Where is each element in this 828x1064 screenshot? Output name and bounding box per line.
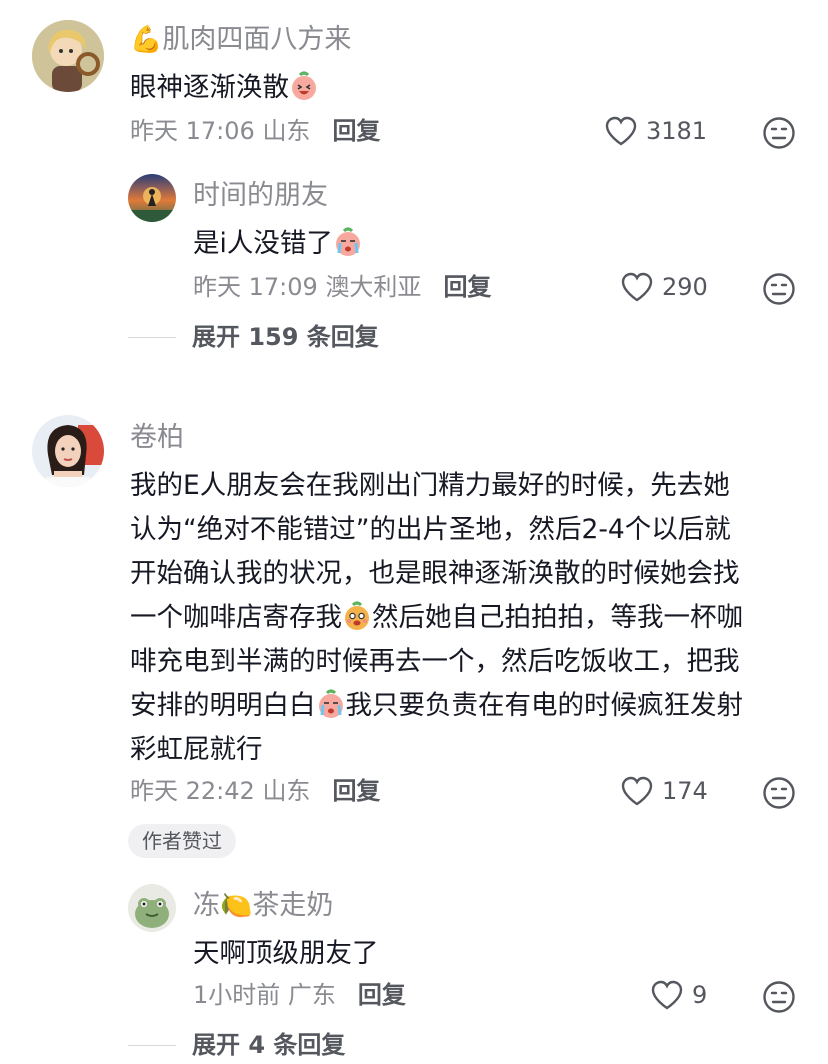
comment-text: 眼神逐渐涣散 — [130, 66, 319, 110]
avatar[interactable] — [32, 415, 104, 487]
heart-icon — [651, 980, 683, 1010]
like-button[interactable]: 290 — [620, 270, 708, 304]
comment-username[interactable]: 卷柏 — [130, 420, 184, 456]
reply-button[interactable]: 回复 — [332, 777, 380, 805]
reply-text: 天啊顶级朋友了 — [193, 938, 379, 969]
peach-crying-emoji-icon — [318, 689, 343, 718]
reply-username[interactable]: 冻🍋茶走奶 — [193, 888, 333, 924]
comment-meta: 昨天 17:06 山东 回复 — [130, 117, 381, 145]
heart-icon — [605, 116, 637, 146]
like-button[interactable]: 9 — [650, 978, 707, 1012]
comment-meta: 昨天 22:42 山东 回复 — [130, 777, 381, 805]
reply-button[interactable]: 回复 — [443, 273, 491, 301]
dislike-face-icon[interactable] — [762, 776, 796, 810]
dislike-face-icon[interactable] — [762, 272, 796, 306]
dislike-face-icon[interactable] — [762, 116, 796, 150]
dislike-face-icon[interactable] — [762, 980, 796, 1014]
expand-replies-button[interactable]: 展开 4 条回复 — [128, 1028, 345, 1062]
avatar[interactable] — [128, 174, 176, 222]
avatar[interactable] — [128, 884, 176, 932]
reply-meta: 昨天 17:09 澳大利亚 回复 — [193, 273, 492, 301]
reply-meta: 1小时前 广东 回复 — [193, 981, 406, 1009]
peach-crying-emoji-icon — [335, 227, 360, 256]
divider — [128, 336, 176, 338]
author-liked-badge: 作者赞过 — [128, 824, 236, 858]
reply-button[interactable]: 回复 — [358, 981, 406, 1009]
peach-laugh-emoji-icon — [292, 71, 316, 100]
like-button[interactable]: 174 — [620, 774, 708, 808]
like-count: 174 — [662, 777, 708, 805]
flexed-biceps-icon: 💪 — [130, 25, 163, 55]
peach-smile-emoji-icon — [345, 601, 369, 630]
comment-text: 我的E人朋友会在我刚出门精力最好的时候，先去她 认为“绝对不能错过”的出片圣地，… — [130, 470, 743, 765]
avatar[interactable] — [32, 20, 104, 92]
like-button[interactable]: 3181 — [604, 114, 707, 148]
heart-icon — [621, 776, 653, 806]
heart-icon — [621, 272, 653, 302]
comment-username[interactable]: 💪肌肉四面八方来 — [130, 22, 351, 58]
like-count: 290 — [662, 273, 708, 301]
divider — [128, 1044, 176, 1046]
reply-text: 是i人没错了 — [193, 222, 363, 266]
lemon-icon: 🍋 — [220, 891, 253, 921]
like-count: 9 — [692, 981, 708, 1009]
expand-replies-button[interactable]: 展开 159 条回复 — [128, 320, 379, 354]
reply-username[interactable]: 时间的朋友 — [193, 178, 328, 214]
reply-button[interactable]: 回复 — [332, 117, 380, 145]
like-count: 3181 — [646, 117, 708, 145]
